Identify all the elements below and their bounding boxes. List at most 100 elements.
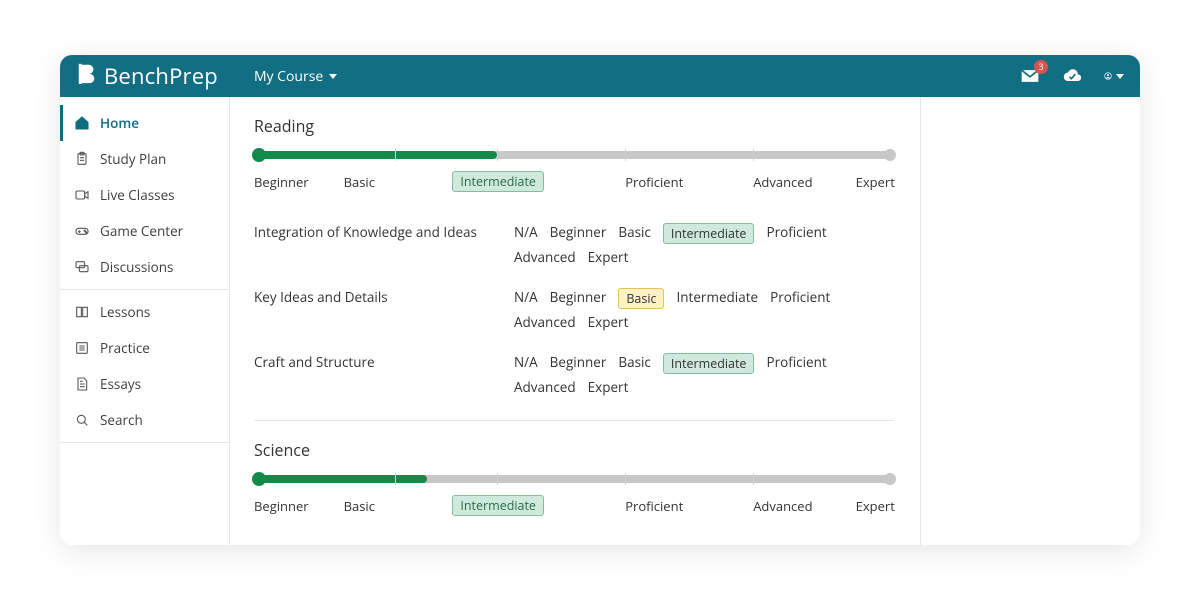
sidebar-item-label: Essays: [100, 375, 141, 393]
level-scale: Beginner Basic Intermediate Proficient Advan…: [254, 497, 894, 521]
cloud-sync-button[interactable]: [1062, 66, 1082, 86]
sidebar-item-label: Practice: [100, 339, 150, 357]
topbar: BenchPrep My Course 3: [60, 55, 1140, 97]
notification-badge: 3: [1034, 60, 1048, 74]
sidebar-item-discussions[interactable]: Discussions: [60, 249, 229, 285]
sidebar-item-lessons[interactable]: Lessons: [60, 294, 229, 330]
level-scale-label: Beginner: [254, 497, 309, 515]
subtopic-name: Integration of Knowledge and Ideas: [254, 223, 514, 266]
subtopic-name: Craft and Structure: [254, 353, 514, 396]
subtopic-level-label: Advanced: [514, 248, 576, 266]
sidebar-item-study-plan[interactable]: Study Plan: [60, 141, 229, 177]
right-rail: [920, 97, 1140, 545]
subtopic-level-label: Beginner: [550, 353, 607, 374]
subtopic-row: Craft and StructureN/A Beginner Basic Inter…: [254, 345, 894, 410]
course-dropdown-label: My Course: [254, 67, 323, 86]
subtopic-level-label: Proficient: [766, 223, 826, 244]
chat-icon: [74, 259, 90, 275]
subtopic-row: Integration of Knowledge and IdeasN/A Beg…: [254, 215, 894, 280]
sidebar-item-label: Discussions: [100, 258, 174, 276]
user-menu[interactable]: [1104, 66, 1124, 86]
level-scale-label: Advanced: [753, 497, 812, 515]
document-icon: [74, 376, 90, 392]
book-icon: [74, 304, 90, 320]
topbar-actions: 3: [1020, 66, 1124, 86]
progress-dot-start: [252, 148, 266, 162]
caret-down-icon: [329, 74, 337, 79]
sidebar-item-home[interactable]: Home: [60, 105, 229, 141]
section-divider: [254, 420, 894, 421]
progress-fill: [254, 475, 427, 483]
section-title: Reading: [254, 115, 894, 137]
subtopic-level-label: Beginner: [550, 288, 607, 309]
progress-dot-end: [884, 149, 896, 161]
sidebar-item-label: Game Center: [100, 222, 183, 240]
level-scale-label: Basic: [344, 497, 375, 515]
content-area: Home Study Plan Live Classes Game Center Dis…: [60, 97, 1140, 545]
level-scale-label: Proficient: [625, 173, 683, 191]
level-scale: Beginner Basic Intermediate Proficient Advan…: [254, 173, 894, 197]
subtopic-level-label: N/A: [514, 288, 538, 309]
subtopic-row: Interpretation of DataN/ABeginnerBasicIn…: [254, 539, 894, 545]
progress-track: [254, 151, 894, 159]
subtopic-levels: N/A Beginner Basic Intermediate Proficient Ad…: [514, 288, 894, 331]
clipboard-icon: [74, 151, 90, 167]
subtopic-level-label: Basic: [618, 223, 651, 244]
sidebar-item-essays[interactable]: Essays: [60, 366, 229, 402]
level-scale-label: Beginner: [254, 173, 309, 191]
level-scale-label: Advanced: [753, 173, 812, 191]
subtopic-level-label: Expert: [588, 378, 629, 396]
subtopic-level-label: N/A: [514, 353, 538, 374]
sidebar-item-label: Home: [100, 114, 139, 132]
subtopic-level-label: Basic: [618, 288, 664, 309]
main: Reading Beginner Basic Intermediate Proficie…: [230, 97, 1140, 545]
search-icon: [74, 412, 90, 428]
app-window: BenchPrep My Course 3 Home Study Plan Live…: [60, 55, 1140, 545]
level-scale-label: Intermediate: [452, 171, 544, 192]
progress-dot-start: [252, 472, 266, 486]
subtopic-levels: N/A Beginner Basic Intermediate Proficient Ad…: [514, 353, 894, 396]
sidebar: Home Study Plan Live Classes Game Center Dis…: [60, 97, 230, 545]
gamepad-icon: [74, 223, 90, 239]
progress-track: [254, 475, 894, 483]
home-icon: [74, 115, 90, 131]
caret-down-icon: [1116, 74, 1124, 79]
messages-button[interactable]: 3: [1020, 66, 1040, 86]
subtopic-level-label: Advanced: [514, 378, 576, 396]
sidebar-item-search[interactable]: Search: [60, 402, 229, 438]
brand-name: BenchPrep: [104, 61, 218, 91]
subtopic-level-label: Expert: [588, 313, 629, 331]
subtopic-level-label: Expert: [588, 248, 629, 266]
subtopic-level-label: N/A: [514, 223, 538, 244]
subtopic-row: Key Ideas and DetailsN/A Beginner Basic Int…: [254, 280, 894, 345]
video-icon: [74, 187, 90, 203]
subtopic-level-label: Advanced: [514, 313, 576, 331]
sidebar-item-label: Search: [100, 411, 143, 429]
level-scale-label: Proficient: [625, 497, 683, 515]
level-scale-label: Intermediate: [452, 495, 544, 516]
level-scale-label: Expert: [856, 497, 895, 515]
sidebar-item-game-center[interactable]: Game Center: [60, 213, 229, 249]
sidebar-item-label: Study Plan: [100, 150, 166, 168]
level-scale-label: Basic: [344, 173, 375, 191]
subtopic-level-label: Proficient: [766, 353, 826, 374]
section-title: Science: [254, 439, 894, 461]
sidebar-item-label: Lessons: [100, 303, 150, 321]
subtopic-level-label: Proficient: [770, 288, 830, 309]
level-scale-label: Expert: [856, 173, 895, 191]
subtopic-levels: N/A Beginner Basic Intermediate Proficient Ad…: [514, 223, 894, 266]
subtopic-name: Key Ideas and Details: [254, 288, 514, 331]
list-icon: [74, 340, 90, 356]
subtopic-level-label: Beginner: [550, 223, 607, 244]
progress-dot-end: [884, 473, 896, 485]
sidebar-item-live-classes[interactable]: Live Classes: [60, 177, 229, 213]
sidebar-item-label: Live Classes: [100, 186, 175, 204]
subtopic-level-label: Intermediate: [663, 353, 755, 374]
sidebar-item-practice[interactable]: Practice: [60, 330, 229, 366]
course-dropdown[interactable]: My Course: [254, 67, 337, 86]
brand-logo-icon: [76, 61, 98, 91]
subtopic-level-label: Basic: [618, 353, 651, 374]
brand[interactable]: BenchPrep: [76, 61, 218, 91]
subtopic-level-label: Intermediate: [663, 223, 755, 244]
subtopic-level-label: Intermediate: [676, 288, 758, 309]
